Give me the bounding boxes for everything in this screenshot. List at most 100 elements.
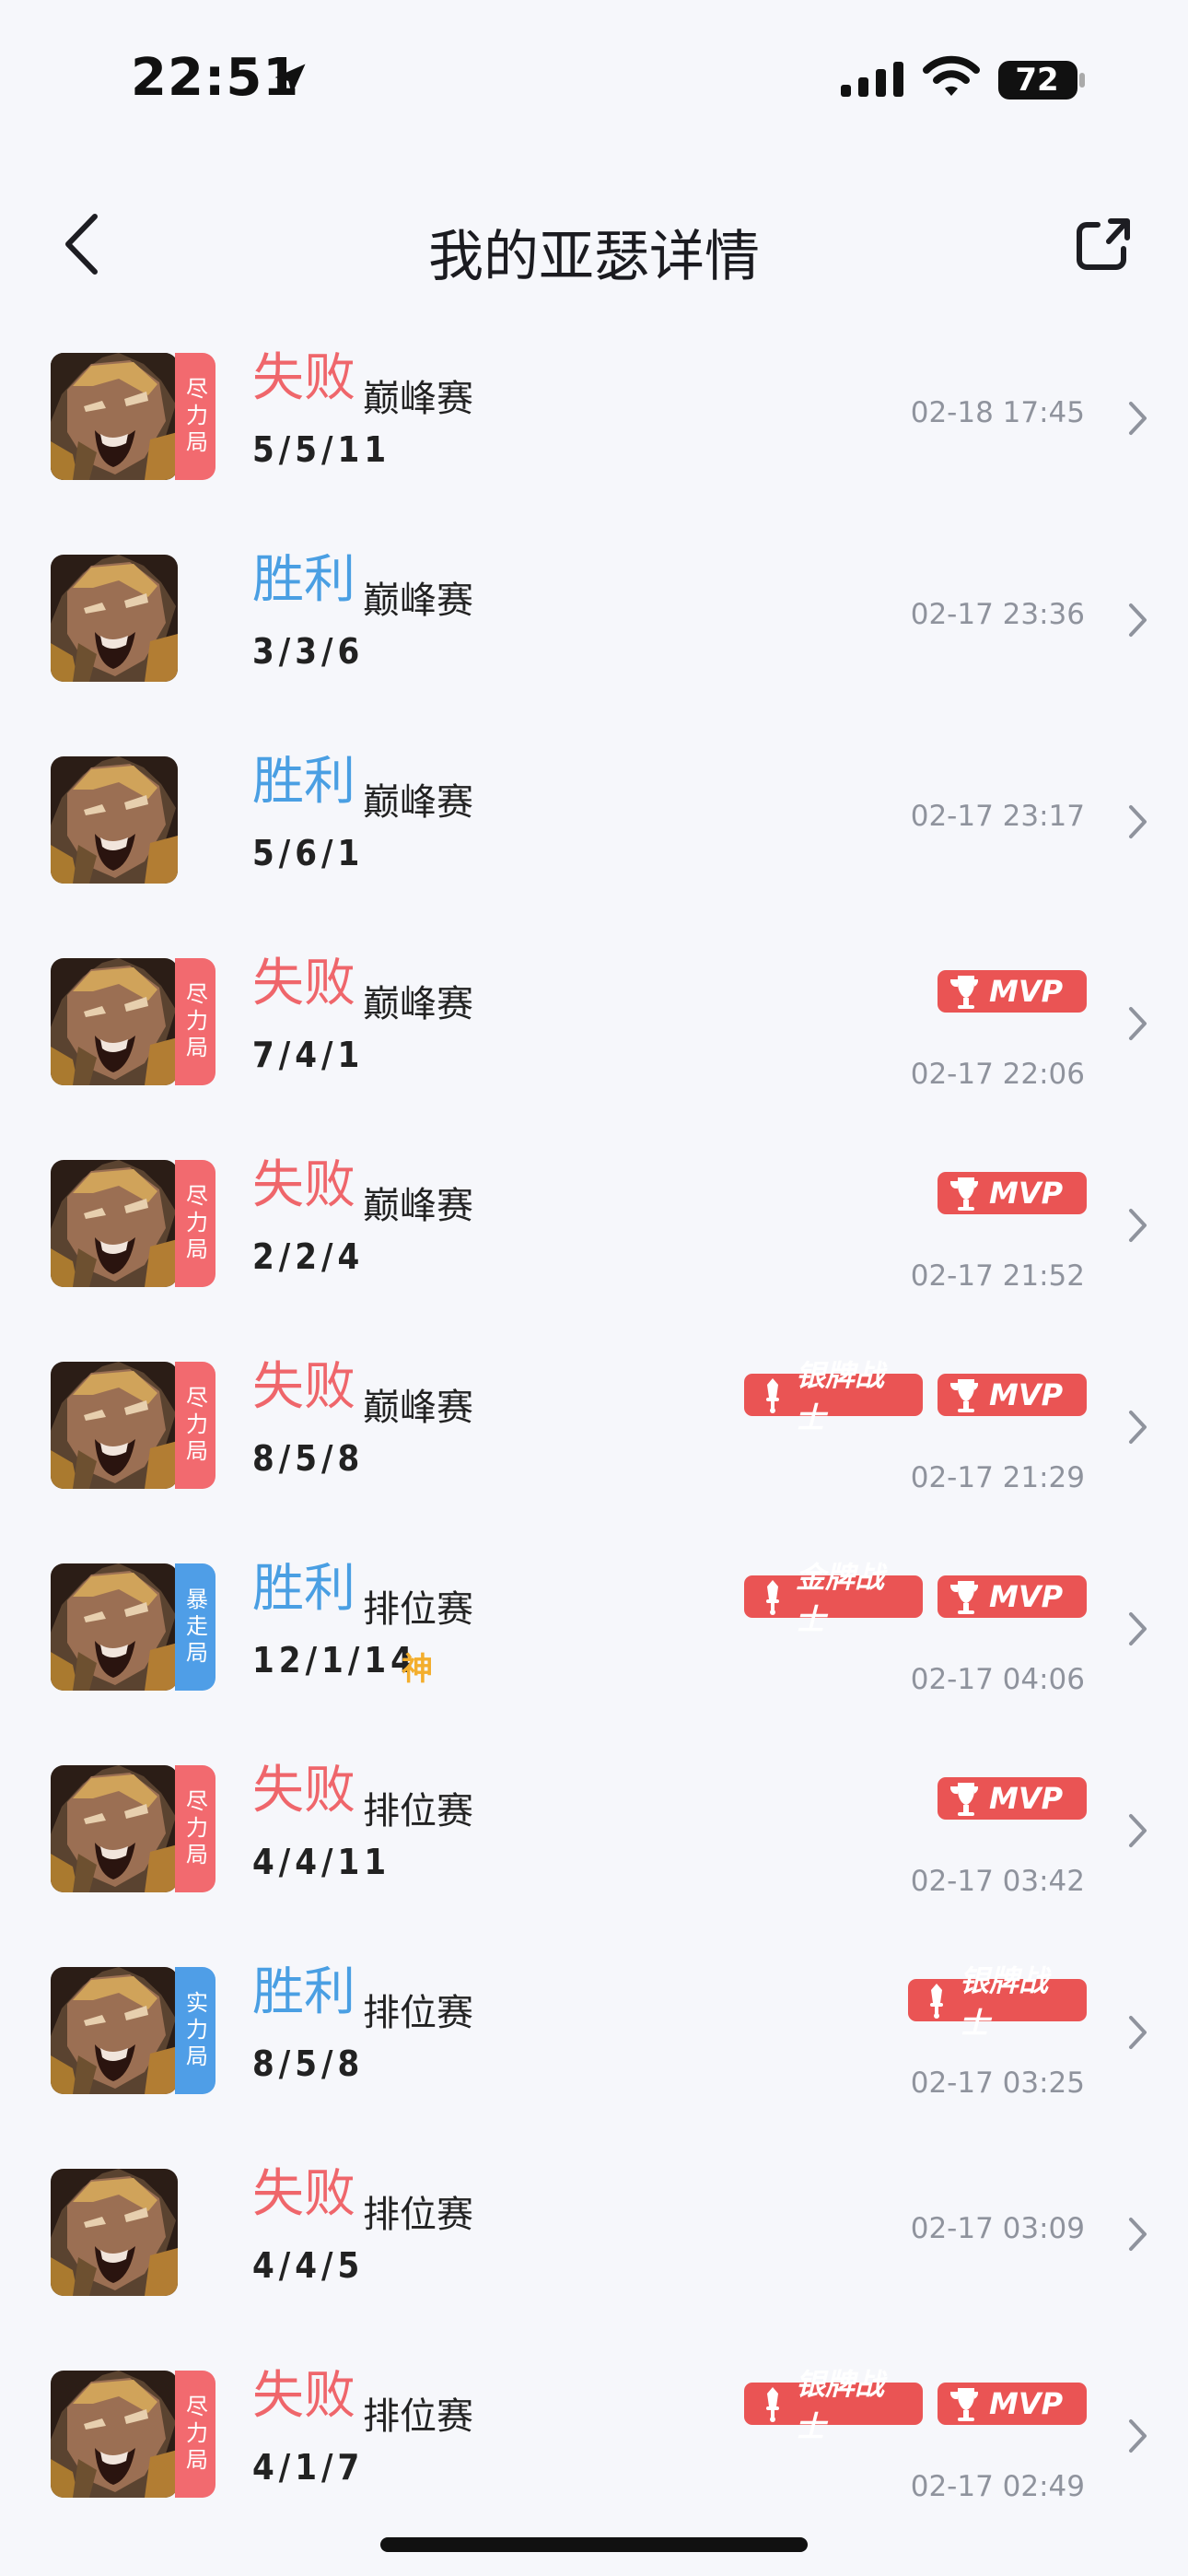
chevron-right-icon <box>1129 1612 1147 1645</box>
match-kda: 4/4/11 <box>252 1842 391 1882</box>
match-row[interactable]: 尽力局 失败 巅峰赛 7/4/1 MVP 02-17 22:06 <box>0 954 1188 1155</box>
match-time: 02-17 03:25 <box>910 2067 1085 2100</box>
match-mode: 排位赛 <box>363 2395 473 2438</box>
mvp-badge: MVP <box>938 1575 1087 1618</box>
match-row[interactable]: 胜利 巅峰赛 5/6/1 02-17 23:17 <box>0 752 1188 954</box>
mvp-badge: MVP <box>938 2383 1087 2425</box>
match-result: 失败 <box>252 1357 355 1417</box>
sword-icon <box>766 1378 779 1413</box>
hero-avatar <box>51 353 178 480</box>
match-row[interactable]: 尽力局 失败 巅峰赛 5/5/11 02-18 17:45 <box>0 348 1188 550</box>
hero-avatar <box>51 2371 178 2498</box>
signal-icon <box>841 62 903 97</box>
chevron-right-icon <box>1129 2218 1147 2251</box>
badge-label: MVP <box>989 974 1064 1009</box>
match-tag: 实力局 <box>175 1967 215 2094</box>
navigation-bar: 我的亚瑟详情 <box>0 184 1188 304</box>
god-mark: 神 <box>402 1651 433 1688</box>
match-row[interactable]: 尽力局 失败 巅峰赛 8/5/8 银牌战士 MVP 02-17 21:29 <box>0 1357 1188 1559</box>
home-indicator[interactable] <box>380 2537 808 2552</box>
hero-avatar <box>51 756 178 884</box>
badge-label: 银牌战士 <box>796 2367 885 2444</box>
mvp-badge: MVP <box>938 1374 1087 1416</box>
hero-avatar <box>51 1765 178 1892</box>
match-mode: 排位赛 <box>363 2194 473 2236</box>
match-kda: 5/6/1 <box>252 833 365 873</box>
location-arrow-icon <box>274 64 306 95</box>
chevron-right-icon <box>1129 1814 1147 1847</box>
match-kda: 2/2/4 <box>252 1236 365 1277</box>
match-row[interactable]: 暴走局 胜利 排位赛 12/1/14 神 金牌战士 MVP 02-17 04:0… <box>0 1559 1188 1761</box>
match-kda: 4/4/5 <box>252 2245 365 2286</box>
match-mode: 巅峰赛 <box>363 781 473 824</box>
match-tag: 尽力局 <box>175 958 215 1085</box>
chevron-right-icon <box>1129 2016 1147 2049</box>
match-result: 失败 <box>252 348 355 408</box>
chevron-right-icon <box>1129 1007 1147 1040</box>
hero-avatar <box>51 958 178 1085</box>
medal-badge: 银牌战士 <box>744 2367 923 2444</box>
badge-label: MVP <box>989 1377 1064 1412</box>
match-result: 失败 <box>252 1761 355 1821</box>
match-kda: 5/5/11 <box>252 429 391 470</box>
match-mode: 巅峰赛 <box>363 580 473 622</box>
match-mode: 巅峰赛 <box>363 983 473 1025</box>
match-badges: 银牌战士 MVP <box>744 1358 1087 1435</box>
match-kda: 12/1/14 <box>252 1640 417 1680</box>
sword-icon <box>930 1984 943 2019</box>
share-icon[interactable] <box>1074 212 1135 273</box>
match-mode: 巅峰赛 <box>363 1387 473 1429</box>
match-time: 02-17 21:52 <box>910 1259 1085 1293</box>
match-tag: 暴走局 <box>175 1563 215 1691</box>
badge-label: MVP <box>989 2386 1064 2421</box>
trophy-icon <box>950 1783 978 1816</box>
sword-icon <box>766 1580 779 1615</box>
match-badges: 银牌战士 <box>908 1963 1087 2041</box>
mvp-badge: MVP <box>938 1172 1087 1214</box>
match-kda: 8/5/8 <box>252 1438 365 1479</box>
trophy-icon <box>950 1581 978 1614</box>
match-time: 02-17 04:06 <box>910 1663 1085 1696</box>
match-result: 胜利 <box>252 1962 355 2022</box>
match-badges: 金牌战士 MVP <box>744 1560 1087 1637</box>
status-bar: 22:51 72 <box>0 0 1188 157</box>
match-row[interactable]: 尽力局 失败 排位赛 4/4/11 MVP 02-17 03:42 <box>0 1761 1188 1962</box>
match-tag: 尽力局 <box>175 1362 215 1489</box>
match-result: 失败 <box>252 2366 355 2426</box>
medal-badge: 银牌战士 <box>744 1358 923 1435</box>
match-row[interactable]: 胜利 巅峰赛 3/3/6 02-17 23:36 <box>0 550 1188 752</box>
badge-label: MVP <box>989 1781 1064 1816</box>
match-time: 02-17 23:17 <box>910 800 1085 833</box>
match-time: 02-17 02:49 <box>910 2470 1085 2503</box>
match-kda: 7/4/1 <box>252 1035 365 1075</box>
match-time: 02-18 17:45 <box>910 396 1085 429</box>
match-tag: 尽力局 <box>175 353 215 480</box>
chevron-right-icon <box>1129 603 1147 637</box>
hero-avatar <box>51 1563 178 1691</box>
mvp-badge: MVP <box>938 1777 1087 1820</box>
page-title: 我的亚瑟详情 <box>428 225 760 289</box>
match-row[interactable]: 尽力局 失败 巅峰赛 2/2/4 MVP 02-17 21:52 <box>0 1155 1188 1357</box>
match-tag: 尽力局 <box>175 1765 215 1892</box>
match-mode: 排位赛 <box>363 1588 473 1631</box>
match-mode: 巅峰赛 <box>363 1185 473 1227</box>
badge-label: 银牌战士 <box>796 1358 885 1435</box>
hero-avatar <box>51 1160 178 1287</box>
match-mode: 巅峰赛 <box>363 378 473 420</box>
mvp-badge: MVP <box>938 970 1087 1013</box>
hero-avatar <box>51 1362 178 1489</box>
chevron-right-icon <box>1129 402 1147 435</box>
match-tag: 尽力局 <box>175 1160 215 1287</box>
medal-badge: 金牌战士 <box>744 1560 923 1637</box>
hero-avatar <box>51 1967 178 2094</box>
match-row[interactable]: 实力局 胜利 排位赛 8/5/8 银牌战士 02-17 03:25 <box>0 1962 1188 2164</box>
match-badges: MVP <box>938 1172 1087 1214</box>
match-badges: MVP <box>938 1777 1087 1820</box>
chevron-right-icon <box>1129 1411 1147 1444</box>
match-kda: 3/3/6 <box>252 631 365 672</box>
match-badges: MVP <box>938 970 1087 1013</box>
match-row[interactable]: 失败 排位赛 4/4/5 02-17 03:09 <box>0 2164 1188 2366</box>
badge-label: 银牌战士 <box>960 1963 1049 2041</box>
match-result: 失败 <box>252 2164 355 2224</box>
sword-icon <box>766 2387 779 2422</box>
